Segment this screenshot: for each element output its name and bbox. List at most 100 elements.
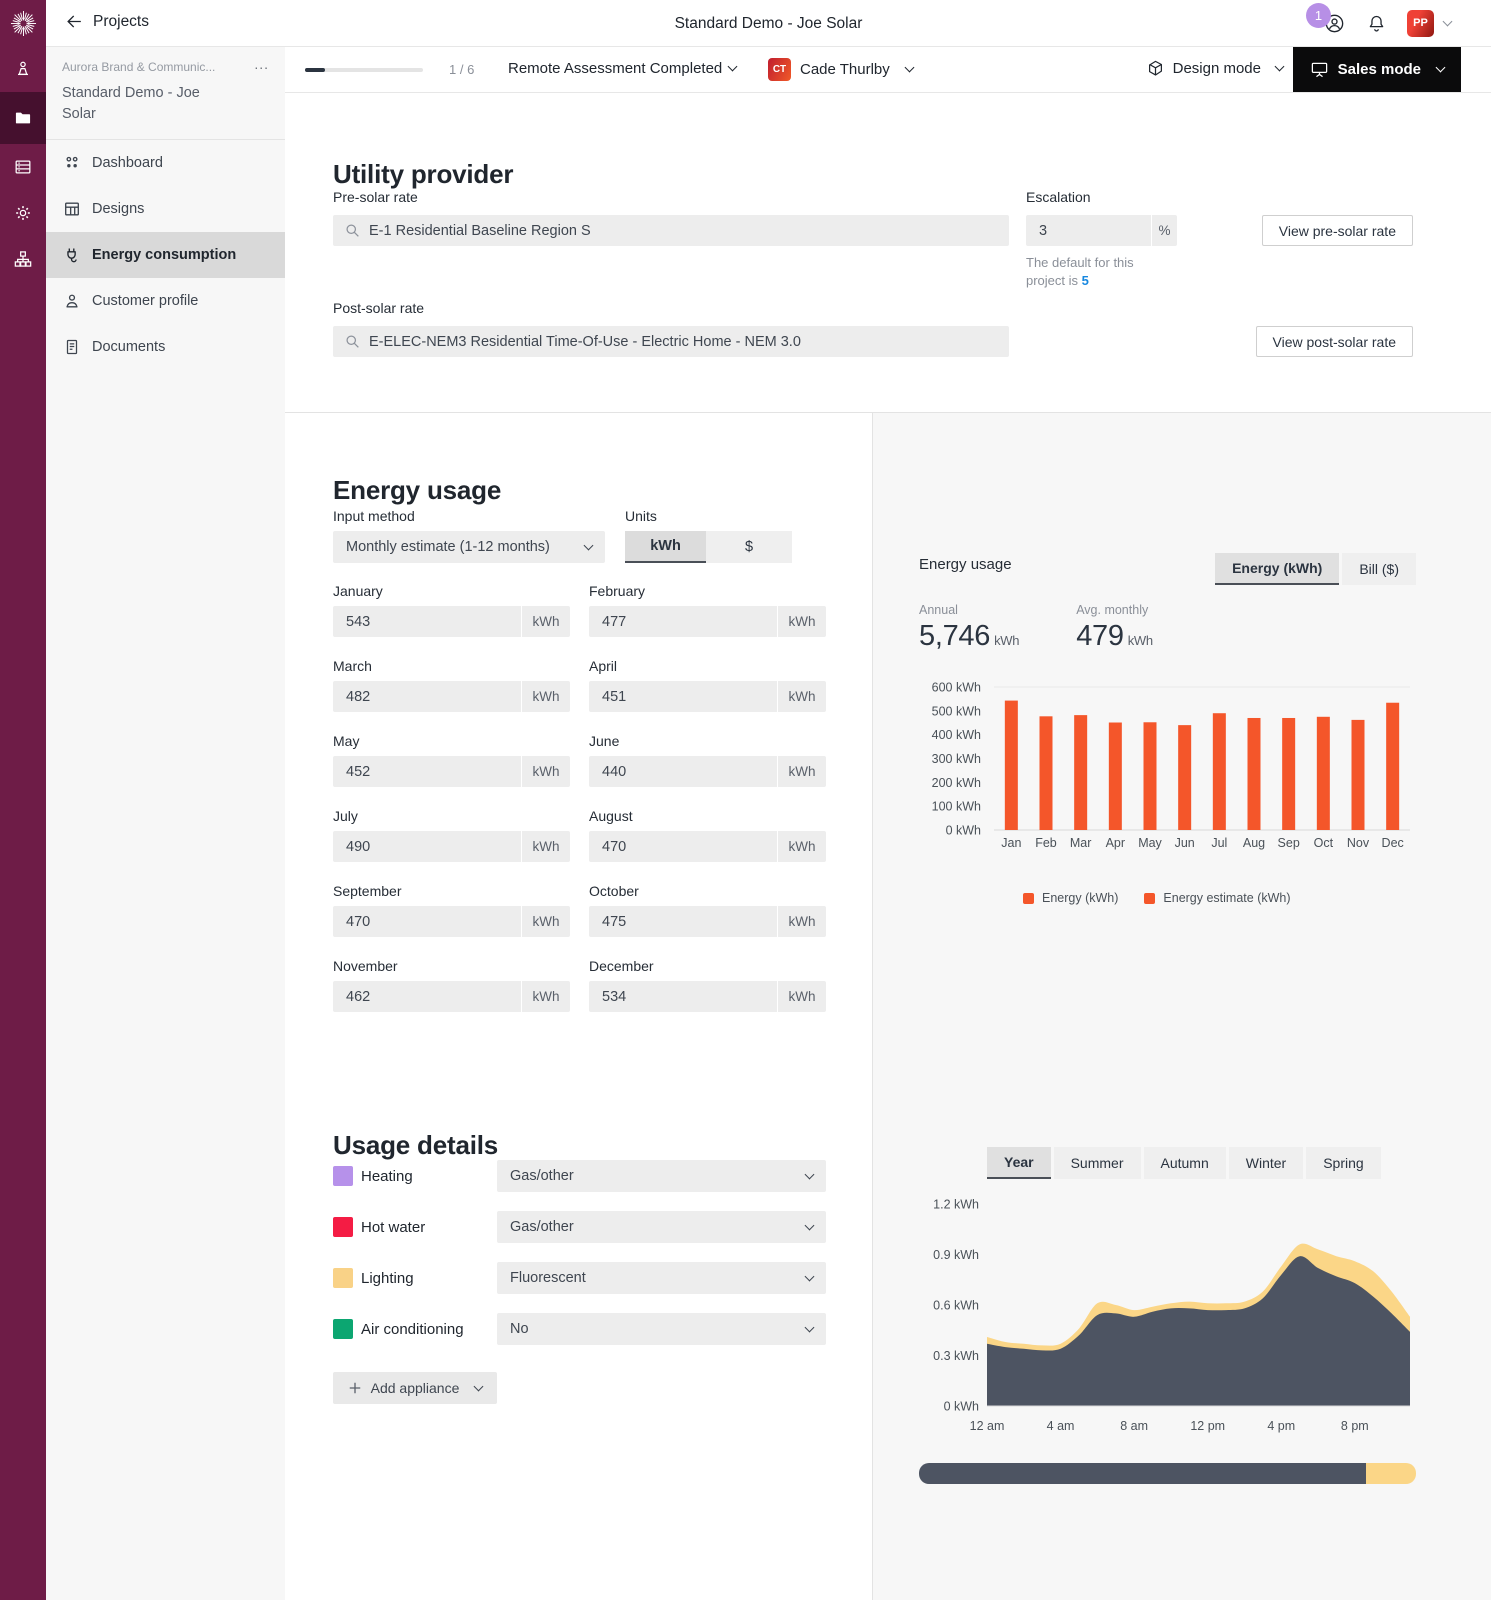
season-tab-year[interactable]: Year <box>987 1147 1051 1179</box>
view-post-solar-rate-button[interactable]: View post-solar rate <box>1256 326 1413 357</box>
sidebar-item-label: Documents <box>92 339 165 355</box>
month-input-december[interactable]: 534kWh <box>589 981 826 1012</box>
chevron-down-icon[interactable] <box>1443 16 1453 26</box>
view-pre-solar-rate-button[interactable]: View pre-solar rate <box>1262 215 1413 246</box>
unit-suffix: kWh <box>778 756 826 787</box>
aurora-logo[interactable] <box>0 0 46 46</box>
sidebar-item-customer-profile[interactable]: Customer profile <box>46 278 285 324</box>
month-input-august[interactable]: 470kWh <box>589 831 826 862</box>
appliance-row-air-conditioning: Air conditioningNo <box>333 1313 826 1345</box>
appliance-dropdown-air-conditioning[interactable]: No <box>497 1313 826 1345</box>
presentation-icon <box>1310 60 1329 79</box>
support-button[interactable]: 1 <box>1323 12 1346 35</box>
appliance-dropdown-heating[interactable]: Gas/other <box>497 1160 826 1192</box>
sidebar-item-dashboard[interactable]: Dashboard <box>46 140 285 186</box>
app-rail <box>0 0 46 1600</box>
org-menu-button[interactable]: ... <box>254 60 269 68</box>
notification-badge[interactable]: 1 <box>1306 3 1331 28</box>
svg-text:0.3 kWh: 0.3 kWh <box>933 1349 979 1363</box>
documents-icon <box>63 338 81 356</box>
chart-tab-bill[interactable]: Bill ($) <box>1342 553 1416 585</box>
add-appliance-button[interactable]: Add appliance <box>333 1372 497 1404</box>
status-dropdown[interactable]: Remote Assessment Completed <box>508 60 736 77</box>
svg-text:Nov: Nov <box>1347 836 1370 850</box>
chart-tab-energy-kwh[interactable]: Energy (kWh) <box>1215 553 1339 585</box>
month-input-january[interactable]: 543kWh <box>333 606 570 637</box>
season-tab-autumn[interactable]: Autumn <box>1144 1147 1226 1179</box>
assignee-name: Cade Thurlby <box>800 61 890 78</box>
sidebar-item-documents[interactable]: Documents <box>46 324 285 370</box>
utility-provider-section: Utility provider Pre-solar rate E-1 Resi… <box>285 93 1491 413</box>
legend-swatch <box>1023 893 1034 904</box>
settings-gear-icon[interactable] <box>0 190 46 236</box>
slider-segment[interactable] <box>919 1463 1366 1484</box>
escalation-default-link[interactable]: 5 <box>1082 273 1089 288</box>
appliance-label: Hot water <box>361 1219 497 1236</box>
escalation-value[interactable]: 3 <box>1026 215 1151 246</box>
appliance-value: Gas/other <box>510 1219 574 1235</box>
season-tabs: YearSummerAutumnWinterSpring <box>987 1147 1381 1179</box>
svg-text:4 pm: 4 pm <box>1267 1419 1295 1433</box>
legend-item-energy-estimate-kwh: Energy estimate (kWh) <box>1144 891 1290 905</box>
chevron-down-icon <box>805 1169 815 1179</box>
org-chart-icon[interactable] <box>0 236 46 282</box>
season-tab-winter[interactable]: Winter <box>1229 1147 1303 1179</box>
month-label: June <box>589 733 826 749</box>
month-input-june[interactable]: 440kWh <box>589 756 826 787</box>
unit-suffix: kWh <box>778 681 826 712</box>
stat-value: 5,746kWh <box>919 620 1019 653</box>
assignee-dropdown[interactable]: CT Cade Thurlby <box>768 58 913 81</box>
escalation-input[interactable]: 3 % <box>1026 215 1177 246</box>
unit-suffix: kWh <box>522 831 570 862</box>
records-icon[interactable] <box>0 144 46 190</box>
season-tab-spring[interactable]: Spring <box>1306 1147 1380 1179</box>
month-input-october[interactable]: 475kWh <box>589 906 826 937</box>
search-icon <box>345 334 360 349</box>
project-name: Standard Demo - Joe Solar <box>62 83 212 125</box>
progress-bar <box>305 68 423 72</box>
pre-solar-rate-input[interactable]: E-1 Residential Baseline Region S <box>333 215 1009 246</box>
month-label: August <box>589 808 826 824</box>
design-mode-button[interactable]: Design mode <box>1146 59 1283 78</box>
month-input-february[interactable]: 477kWh <box>589 606 826 637</box>
unit-tab-kwh[interactable]: kWh <box>625 531 706 563</box>
org-name: Aurora Brand & Communic... <box>62 60 215 74</box>
chevron-down-icon <box>904 63 914 73</box>
month-input-november[interactable]: 462kWh <box>333 981 570 1012</box>
month-field-august: August 470kWh <box>589 808 826 862</box>
stat-label: Annual <box>919 603 1019 617</box>
month-input-march[interactable]: 482kWh <box>333 681 570 712</box>
season-tab-summer[interactable]: Summer <box>1054 1147 1141 1179</box>
slider-segment[interactable] <box>1366 1463 1416 1484</box>
appliance-value: Gas/other <box>510 1168 574 1184</box>
bell-icon[interactable] <box>1366 13 1387 34</box>
sidebar-item-energy-consumption[interactable]: Energy consumption <box>46 232 285 278</box>
contacts-icon[interactable] <box>0 46 46 92</box>
month-value: 452 <box>333 756 521 787</box>
chevron-down-icon <box>1436 63 1446 73</box>
month-input-september[interactable]: 470kWh <box>333 906 570 937</box>
svg-text:Feb: Feb <box>1035 836 1057 850</box>
stat-annual: Annual 5,746kWh <box>919 603 1019 653</box>
month-input-april[interactable]: 451kWh <box>589 681 826 712</box>
unit-tab-[interactable]: $ <box>706 531 792 563</box>
input-method-label: Input method <box>333 508 415 524</box>
post-solar-rate-input[interactable]: E-ELEC-NEM3 Residential Time-Of-Use - El… <box>333 326 1009 357</box>
svg-text:0.6 kWh: 0.6 kWh <box>933 1299 979 1313</box>
utility-provider-title: Utility provider <box>333 159 513 190</box>
sales-mode-button[interactable]: Sales mode <box>1293 47 1461 92</box>
appliance-dropdown-lighting[interactable]: Fluorescent <box>497 1262 826 1294</box>
input-method-dropdown[interactable]: Monthly estimate (1-12 months) <box>333 531 605 563</box>
projects-folder-icon[interactable] <box>0 92 46 144</box>
month-input-july[interactable]: 490kWh <box>333 831 570 862</box>
month-field-september: September470kWh <box>333 883 570 937</box>
avatar[interactable]: PP <box>1407 10 1434 37</box>
month-field-february: February477kWh <box>589 583 826 637</box>
progress-label: 1 / 6 <box>449 62 474 77</box>
month-input-may[interactable]: 452kWh <box>333 756 570 787</box>
time-range-slider[interactable] <box>919 1463 1416 1484</box>
sidebar-item-designs[interactable]: Designs <box>46 186 285 232</box>
unit-suffix: kWh <box>522 681 570 712</box>
month-field-june: June 440kWh <box>589 733 826 787</box>
appliance-dropdown-hot-water[interactable]: Gas/other <box>497 1211 826 1243</box>
